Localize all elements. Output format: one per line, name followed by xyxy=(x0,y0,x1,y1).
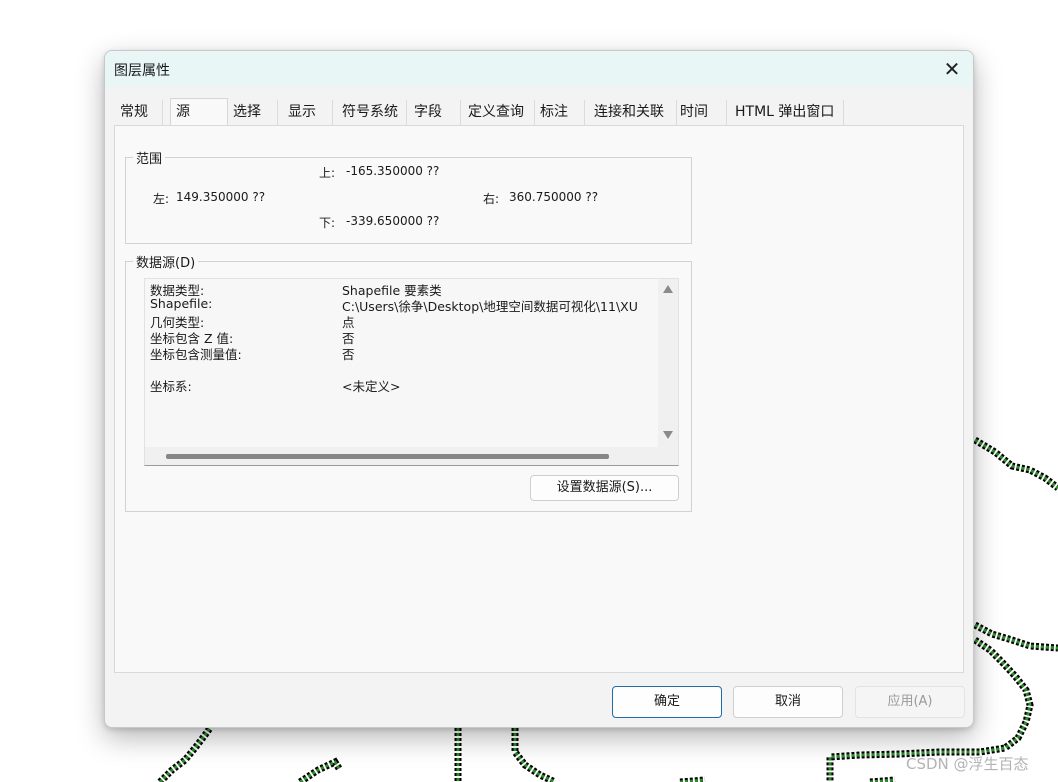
tab-selection[interactable]: 选择 xyxy=(228,100,278,126)
tab-fields[interactable]: 字段 xyxy=(409,100,461,126)
datasource-group-title: 数据源(D) xyxy=(133,252,199,271)
extent-right-label: 右: xyxy=(483,192,500,206)
watermark: CSDN @浮生百态 xyxy=(906,755,1029,773)
set-datasource-button[interactable]: 设置数据源(S)... xyxy=(530,475,679,501)
extent-bottom-label: 下: xyxy=(319,216,336,230)
cancel-button[interactable]: 取消 xyxy=(733,686,843,718)
tab-time[interactable]: 时间 xyxy=(675,100,727,126)
tab-definition-query[interactable]: 定义查询 xyxy=(463,100,535,126)
datasource-key: 坐标系: xyxy=(150,379,192,394)
datasource-value: <未定义> xyxy=(342,379,401,394)
datasource-key: Shapefile: xyxy=(150,296,213,311)
datasource-value: C:\Users\徐争\Desktop\地理空间数据可视化\11\XU xyxy=(342,299,638,314)
scroll-down-icon[interactable] xyxy=(663,431,673,439)
horizontal-scrollbar[interactable] xyxy=(145,447,678,465)
tab-labels[interactable]: 标注 xyxy=(535,100,585,126)
extent-group-title: 范围 xyxy=(133,148,166,167)
tab-display[interactable]: 显示 xyxy=(283,100,333,126)
datasource-value: 否 xyxy=(342,347,355,362)
datasource-group: 数据源(D) 数据类型: Shapefile 要素类 Shapefile: C:… xyxy=(125,252,692,512)
scroll-up-icon[interactable] xyxy=(663,285,673,293)
extent-top-value: -165.350000 ?? xyxy=(346,164,440,178)
extent-left-label: 左: xyxy=(153,192,170,206)
tab-symbology[interactable]: 符号系统 xyxy=(337,100,407,126)
layer-properties-dialog: 图层属性 ✕ 常规 源 选择 显示 符号系统 字段 定义查询 标注 连接和关联 … xyxy=(104,50,974,728)
extent-right-value: 360.750000 ?? xyxy=(509,190,599,204)
extent-bottom-value: -339.650000 ?? xyxy=(346,214,440,228)
extent-top-label: 上: xyxy=(319,166,336,180)
apply-button[interactable]: 应用(A) xyxy=(855,686,965,718)
datasource-info-box[interactable]: 数据类型: Shapefile 要素类 Shapefile: C:\Users\… xyxy=(144,278,679,466)
tab-source[interactable]: 源 xyxy=(170,98,228,126)
title-bar[interactable]: 图层属性 ✕ xyxy=(105,51,973,87)
tab-joins-relates[interactable]: 连接和关联 xyxy=(589,100,677,126)
extent-left-value: 149.350000 ?? xyxy=(176,190,266,204)
tab-html-popup[interactable]: HTML 弹出窗口 xyxy=(730,100,844,126)
extent-group: 范围 上: -165.350000 ?? 左: 149.350000 ?? 右:… xyxy=(125,148,692,244)
vertical-scrollbar[interactable] xyxy=(658,279,678,447)
close-icon[interactable]: ✕ xyxy=(937,54,967,84)
datasource-key: 坐标包含测量值: xyxy=(150,347,242,362)
dialog-title: 图层属性 xyxy=(114,63,170,79)
horizontal-scroll-thumb[interactable] xyxy=(166,454,609,459)
source-tab-panel: 范围 上: -165.350000 ?? 左: 149.350000 ?? 右:… xyxy=(114,125,964,673)
tab-general[interactable]: 常规 xyxy=(115,100,163,126)
ok-button[interactable]: 确定 xyxy=(612,686,722,718)
